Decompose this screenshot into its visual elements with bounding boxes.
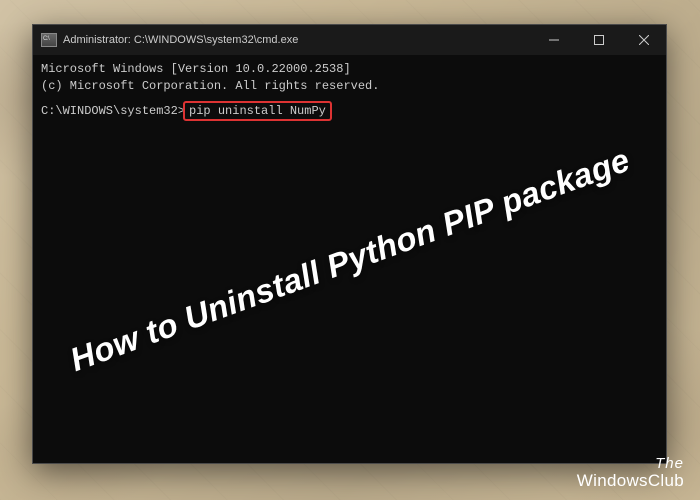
watermark-line2: WindowsClub bbox=[577, 472, 684, 490]
watermark-line1: The bbox=[577, 456, 684, 472]
cmd-icon bbox=[41, 33, 57, 47]
terminal-prompt-row: C:\WINDOWS\system32> pip uninstall NumPy bbox=[41, 101, 658, 122]
command-highlight-box: pip uninstall NumPy bbox=[183, 101, 332, 122]
close-icon bbox=[639, 35, 649, 45]
minimize-button[interactable] bbox=[531, 25, 576, 55]
terminal-prompt: C:\WINDOWS\system32> bbox=[41, 103, 185, 120]
window-title: Administrator: C:\WINDOWS\system32\cmd.e… bbox=[63, 34, 531, 46]
titlebar[interactable]: Administrator: C:\WINDOWS\system32\cmd.e… bbox=[33, 25, 666, 55]
maximize-icon bbox=[594, 35, 604, 45]
watermark: The WindowsClub bbox=[577, 456, 684, 490]
cmd-window: Administrator: C:\WINDOWS\system32\cmd.e… bbox=[32, 24, 667, 464]
window-controls bbox=[531, 25, 666, 55]
close-button[interactable] bbox=[621, 25, 666, 55]
terminal-body[interactable]: Microsoft Windows [Version 10.0.22000.25… bbox=[33, 55, 666, 463]
terminal-command: pip uninstall NumPy bbox=[189, 104, 326, 118]
terminal-output-line: (c) Microsoft Corporation. All rights re… bbox=[41, 78, 658, 95]
maximize-button[interactable] bbox=[576, 25, 621, 55]
minimize-icon bbox=[549, 35, 559, 45]
terminal-output-line: Microsoft Windows [Version 10.0.22000.25… bbox=[41, 61, 658, 78]
